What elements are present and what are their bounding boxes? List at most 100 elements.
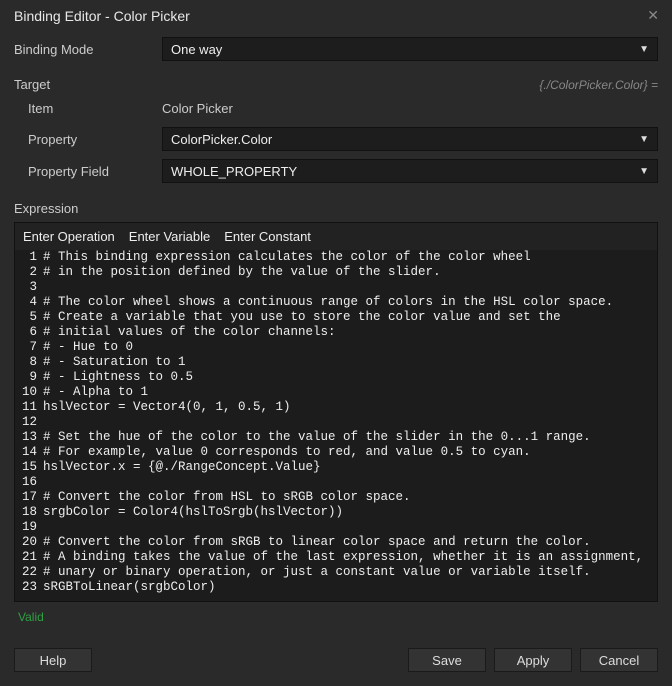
target-item-label: Item	[14, 101, 162, 116]
target-property-row: Property ColorPicker.Color ▼	[14, 127, 658, 151]
line-number: 9	[15, 370, 43, 385]
code-line: 8# - Saturation to 1	[15, 355, 657, 370]
code-line: 21# A binding takes the value of the las…	[15, 550, 657, 565]
expression-toolbar: Enter Operation Enter Variable Enter Con…	[15, 223, 657, 250]
target-property-value: ColorPicker.Color	[171, 132, 272, 147]
expression-box: Enter Operation Enter Variable Enter Con…	[14, 222, 658, 602]
code-line: 13# Set the hue of the color to the valu…	[15, 430, 657, 445]
code-line: 2# in the position defined by the value …	[15, 265, 657, 280]
code-line: 11hslVector = Vector4(0, 1, 0.5, 1)	[15, 400, 657, 415]
cancel-button[interactable]: Cancel	[580, 648, 658, 672]
code-text	[43, 520, 657, 535]
chevron-down-icon: ▼	[639, 44, 649, 55]
code-text: sRGBToLinear(srgbColor)	[43, 580, 657, 595]
code-text: # - Alpha to 1	[43, 385, 657, 400]
line-number: 10	[15, 385, 43, 400]
code-text: hslVector.x = {@./RangeConcept.Value}	[43, 460, 657, 475]
line-number: 1	[15, 250, 43, 265]
target-header: Target {./ColorPicker.Color} =	[14, 77, 658, 92]
line-number: 3	[15, 280, 43, 295]
line-number: 13	[15, 430, 43, 445]
code-text: # initial values of the color channels:	[43, 325, 657, 340]
code-line: 23sRGBToLinear(srgbColor)	[15, 580, 657, 595]
code-text: # in the position defined by the value o…	[43, 265, 657, 280]
line-number: 23	[15, 580, 43, 595]
line-number: 22	[15, 565, 43, 580]
target-property-label: Property	[14, 132, 162, 147]
code-line: 17# Convert the color from HSL to sRGB c…	[15, 490, 657, 505]
code-line: 16	[15, 475, 657, 490]
code-text: # - Lightness to 0.5	[43, 370, 657, 385]
code-text: # A binding takes the value of the last …	[43, 550, 657, 565]
close-icon[interactable]: ✕	[642, 5, 664, 26]
line-number: 8	[15, 355, 43, 370]
code-line: 4# The color wheel shows a continuous ra…	[15, 295, 657, 310]
line-number: 18	[15, 505, 43, 520]
code-line: 7# - Hue to 0	[15, 340, 657, 355]
content: Binding Mode One way ▼ Target {./ColorPi…	[0, 31, 672, 642]
save-button[interactable]: Save	[408, 648, 486, 672]
code-line: 1# This binding expression calculates th…	[15, 250, 657, 265]
line-number: 15	[15, 460, 43, 475]
code-editor[interactable]: 1# This binding expression calculates th…	[15, 250, 657, 601]
code-text: # - Saturation to 1	[43, 355, 657, 370]
code-line: 22# unary or binary operation, or just a…	[15, 565, 657, 580]
code-line: 20# Convert the color from sRGB to linea…	[15, 535, 657, 550]
code-text: # The color wheel shows a continuous ran…	[43, 295, 657, 310]
code-line: 3	[15, 280, 657, 295]
code-line: 19	[15, 520, 657, 535]
code-text: # Set the hue of the color to the value …	[43, 430, 657, 445]
binding-mode-value: One way	[171, 42, 222, 57]
expression-section: Expression Enter Operation Enter Variabl…	[14, 201, 658, 632]
code-text: # Create a variable that you use to stor…	[43, 310, 657, 325]
code-line: 5# Create a variable that you use to sto…	[15, 310, 657, 325]
line-number: 17	[15, 490, 43, 505]
code-line: 6# initial values of the color channels:	[15, 325, 657, 340]
code-text: # - Hue to 0	[43, 340, 657, 355]
target-item-value: Color Picker	[162, 98, 658, 119]
line-number: 16	[15, 475, 43, 490]
code-text: # For example, value 0 corresponds to re…	[43, 445, 657, 460]
binding-mode-label: Binding Mode	[14, 42, 162, 57]
code-text: # This binding expression calculates the…	[43, 250, 657, 265]
line-number: 11	[15, 400, 43, 415]
line-number: 14	[15, 445, 43, 460]
enter-operation-button[interactable]: Enter Operation	[23, 229, 115, 244]
code-line: 14# For example, value 0 corresponds to …	[15, 445, 657, 460]
code-text	[43, 280, 657, 295]
code-line: 9# - Lightness to 0.5	[15, 370, 657, 385]
code-line: 10# - Alpha to 1	[15, 385, 657, 400]
target-property-field-select[interactable]: WHOLE_PROPERTY ▼	[162, 159, 658, 183]
line-number: 6	[15, 325, 43, 340]
line-number: 12	[15, 415, 43, 430]
target-item-row: Item Color Picker	[14, 98, 658, 119]
code-text	[43, 415, 657, 430]
enter-constant-button[interactable]: Enter Constant	[224, 229, 311, 244]
target-property-field-row: Property Field WHOLE_PROPERTY ▼	[14, 159, 658, 183]
chevron-down-icon: ▼	[639, 166, 649, 177]
expression-label: Expression	[14, 201, 658, 216]
apply-button[interactable]: Apply	[494, 648, 572, 672]
target-property-field-label: Property Field	[14, 164, 162, 179]
target-property-select[interactable]: ColorPicker.Color ▼	[162, 127, 658, 151]
target-hint: {./ColorPicker.Color} =	[539, 78, 658, 92]
code-text: srgbColor = Color4(hslToSrgb(hslVector))	[43, 505, 657, 520]
code-line: 15hslVector.x = {@./RangeConcept.Value}	[15, 460, 657, 475]
code-text: # unary or binary operation, or just a c…	[43, 565, 657, 580]
line-number: 4	[15, 295, 43, 310]
line-number: 19	[15, 520, 43, 535]
code-text: hslVector = Vector4(0, 1, 0.5, 1)	[43, 400, 657, 415]
line-number: 7	[15, 340, 43, 355]
line-number: 2	[15, 265, 43, 280]
chevron-down-icon: ▼	[639, 134, 649, 145]
target-property-field-value: WHOLE_PROPERTY	[171, 164, 297, 179]
footer: Help Save Apply Cancel	[0, 642, 672, 686]
code-line: 18srgbColor = Color4(hslToSrgb(hslVector…	[15, 505, 657, 520]
binding-mode-select[interactable]: One way ▼	[162, 37, 658, 61]
line-number: 5	[15, 310, 43, 325]
window-title: Binding Editor - Color Picker	[14, 8, 190, 24]
target-label: Target	[14, 77, 50, 92]
code-text	[43, 475, 657, 490]
help-button[interactable]: Help	[14, 648, 92, 672]
enter-variable-button[interactable]: Enter Variable	[129, 229, 210, 244]
